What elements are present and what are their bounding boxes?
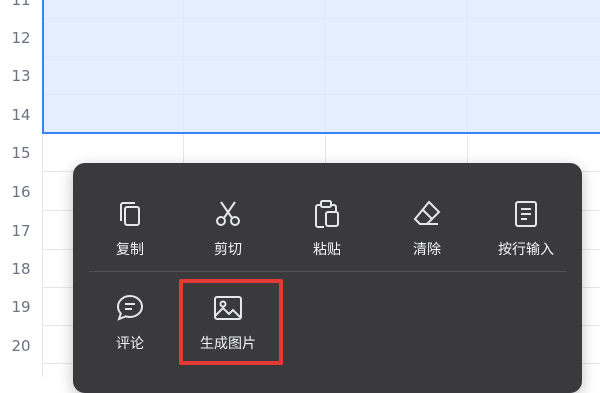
copy-menu-item[interactable]: 复制 [85, 193, 175, 263]
copy-icon [120, 202, 140, 226]
cut-icon [216, 201, 240, 226]
highlight-box [179, 279, 283, 365]
copy-label: 复制 [116, 242, 144, 258]
row-input-menu-item[interactable]: 按行输入 [481, 193, 571, 263]
row-header[interactable]: 18 [0, 257, 42, 281]
comment-icon [116, 294, 144, 321]
clear-menu-item[interactable]: 清除 [382, 193, 472, 263]
row-header[interactable]: 16 [0, 180, 42, 204]
row-header[interactable]: 19 [0, 295, 42, 319]
comment-menu-item[interactable]: 评论 [85, 287, 175, 357]
row-input-label: 按行输入 [498, 242, 554, 258]
cut-menu-item[interactable]: 剪切 [183, 193, 273, 263]
cut-label: 剪切 [214, 242, 242, 258]
document-icon [515, 201, 537, 227]
eraser-icon [413, 200, 441, 225]
row-header[interactable]: 11 [0, 0, 42, 12]
paste-menu-item[interactable]: 粘贴 [282, 193, 372, 263]
row-header[interactable]: 20 [0, 334, 42, 358]
row-header[interactable]: 17 [0, 219, 42, 243]
row-header[interactable]: 15 [0, 141, 42, 165]
row-header[interactable]: 14 [0, 103, 42, 127]
clear-label: 清除 [413, 242, 441, 258]
paste-icon [315, 200, 339, 228]
cell-selection[interactable] [42, 0, 600, 134]
row-header[interactable]: 12 [0, 26, 42, 50]
row-header[interactable]: 13 [0, 64, 42, 88]
comment-label: 评论 [116, 336, 144, 352]
context-menu: 复制 剪切 粘贴 清除 按行输入 评论 生成图片 [73, 163, 582, 393]
paste-label: 粘贴 [313, 242, 341, 258]
menu-divider [89, 271, 566, 272]
